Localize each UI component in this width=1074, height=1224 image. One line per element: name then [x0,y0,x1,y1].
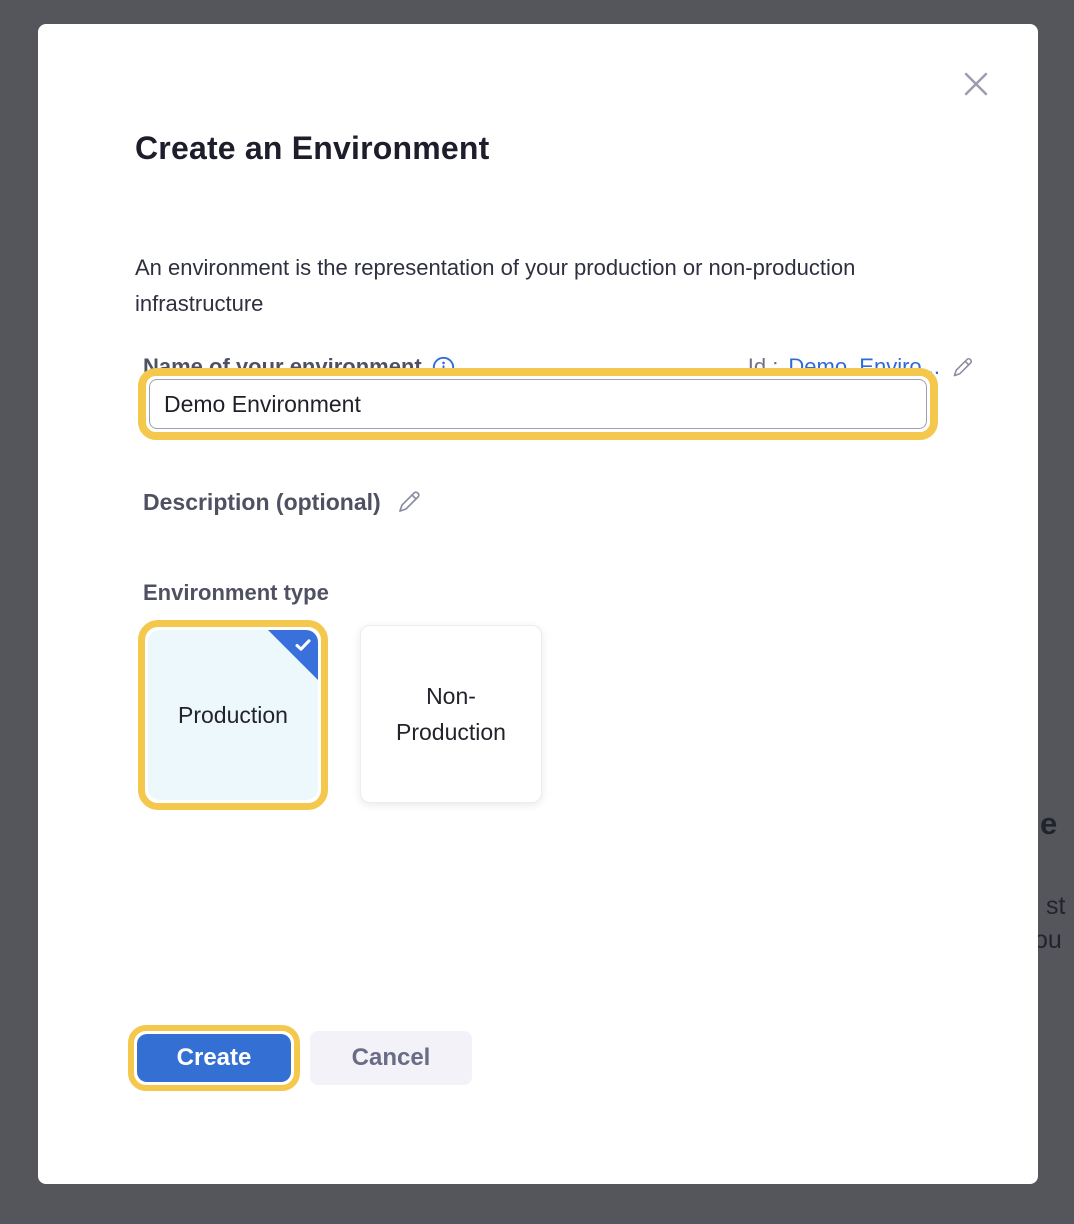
checkmark-icon [293,635,313,655]
edit-id-pencil-icon[interactable] [950,355,975,380]
close-icon[interactable] [957,65,995,103]
environment-type-label: Environment type [143,580,329,606]
description-field-header: Description (optional) [143,488,423,516]
env-type-option-non-production[interactable]: Non-Production [360,625,542,803]
cancel-button[interactable]: Cancel [310,1031,472,1085]
create-environment-dialog: Create an Environment An environment is … [38,24,1038,1184]
edit-description-pencil-icon[interactable] [395,488,423,516]
background-text-fragment: e [1040,806,1057,842]
card-label: Production [178,697,288,733]
dialog-actions: Create Cancel [128,1025,472,1091]
tutorial-highlight-ring [138,368,938,440]
tutorial-highlight-ring: Production [138,620,328,810]
dialog-description: An environment is the representation of … [135,250,880,322]
dialog-title: Create an Environment [135,130,490,167]
create-button[interactable]: Create [137,1034,291,1082]
tutorial-highlight-ring: Create [128,1025,300,1091]
description-label: Description (optional) [143,489,381,516]
close-icon-glyph [957,65,995,103]
env-type-option-production[interactable]: Production [148,630,318,800]
card-label: Non-Production [391,678,511,750]
background-text-fragment: st [1046,892,1065,921]
environment-type-options: Production Non-Production [138,620,542,810]
background-text-fragment: ou [1034,926,1062,955]
environment-name-input[interactable] [149,379,927,429]
